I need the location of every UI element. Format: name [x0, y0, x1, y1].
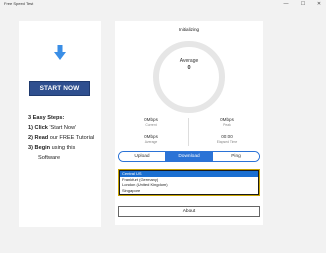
step-1: 1) Click 'Start Now': [28, 125, 77, 131]
server-list[interactable]: Central US Frankfurt (Germany) London (U…: [118, 169, 260, 196]
step-3-continued: Software: [38, 155, 61, 161]
tab-download[interactable]: Download: [165, 152, 212, 161]
step-2: 2) Read our FREE Tutorial: [28, 135, 95, 141]
metric-peak: 0Mbps Peak: [202, 117, 252, 127]
metric-current: 0Mbps Current: [126, 117, 176, 127]
ad-steps: 3 Easy Steps: 1) Click 'Start Now' 2) Re…: [28, 113, 108, 163]
metric-peak-value: 0Mbps: [220, 117, 234, 122]
about-button[interactable]: About: [118, 206, 260, 217]
metrics-divider: [188, 118, 189, 146]
metric-peak-label: Peak: [223, 123, 231, 127]
metric-average: 0Mbps Average: [126, 134, 176, 144]
metric-average-value: 0Mbps: [144, 134, 158, 139]
steps-title: 3 Easy Steps:: [28, 115, 65, 121]
gauge-label: Average: [179, 58, 199, 64]
metric-average-label: Average: [144, 140, 158, 144]
tab-upload[interactable]: Upload: [119, 152, 165, 161]
server-item-singapore[interactable]: Singapore: [120, 188, 258, 194]
metric-current-label: Current: [145, 123, 157, 127]
down-arrow-icon: [54, 45, 66, 60]
metric-elapsed-label: Elapsed Time: [216, 140, 238, 144]
test-type-tabs: Upload Download Ping: [118, 151, 260, 162]
metric-elapsed-value: 00:00: [221, 134, 233, 139]
minimize-button[interactable]: —: [280, 0, 292, 9]
metric-elapsed: 00:00 Elapsed Time: [202, 134, 252, 144]
maximize-button[interactable]: ☐: [297, 0, 309, 9]
window-title: Free Speed Test: [4, 1, 34, 6]
status-text: Initializing: [178, 27, 200, 32]
close-button[interactable]: ✕: [313, 0, 325, 9]
step-3: 3) Begin using this: [28, 145, 76, 151]
speed-test-card: Initializing Average 0 0Mbps Current 0Mb…: [115, 21, 263, 225]
tab-ping[interactable]: Ping: [212, 152, 259, 161]
metric-current-value: 0Mbps: [144, 117, 158, 122]
title-bar: Free Speed Test — ☐ ✕: [0, 0, 326, 9]
gauge-value: 0: [187, 65, 191, 71]
start-now-button[interactable]: START NOW: [29, 81, 90, 96]
ad-panel[interactable]: START NOW 3 Easy Steps: 1) Click 'Start …: [19, 21, 101, 227]
speed-gauge: [153, 41, 225, 113]
